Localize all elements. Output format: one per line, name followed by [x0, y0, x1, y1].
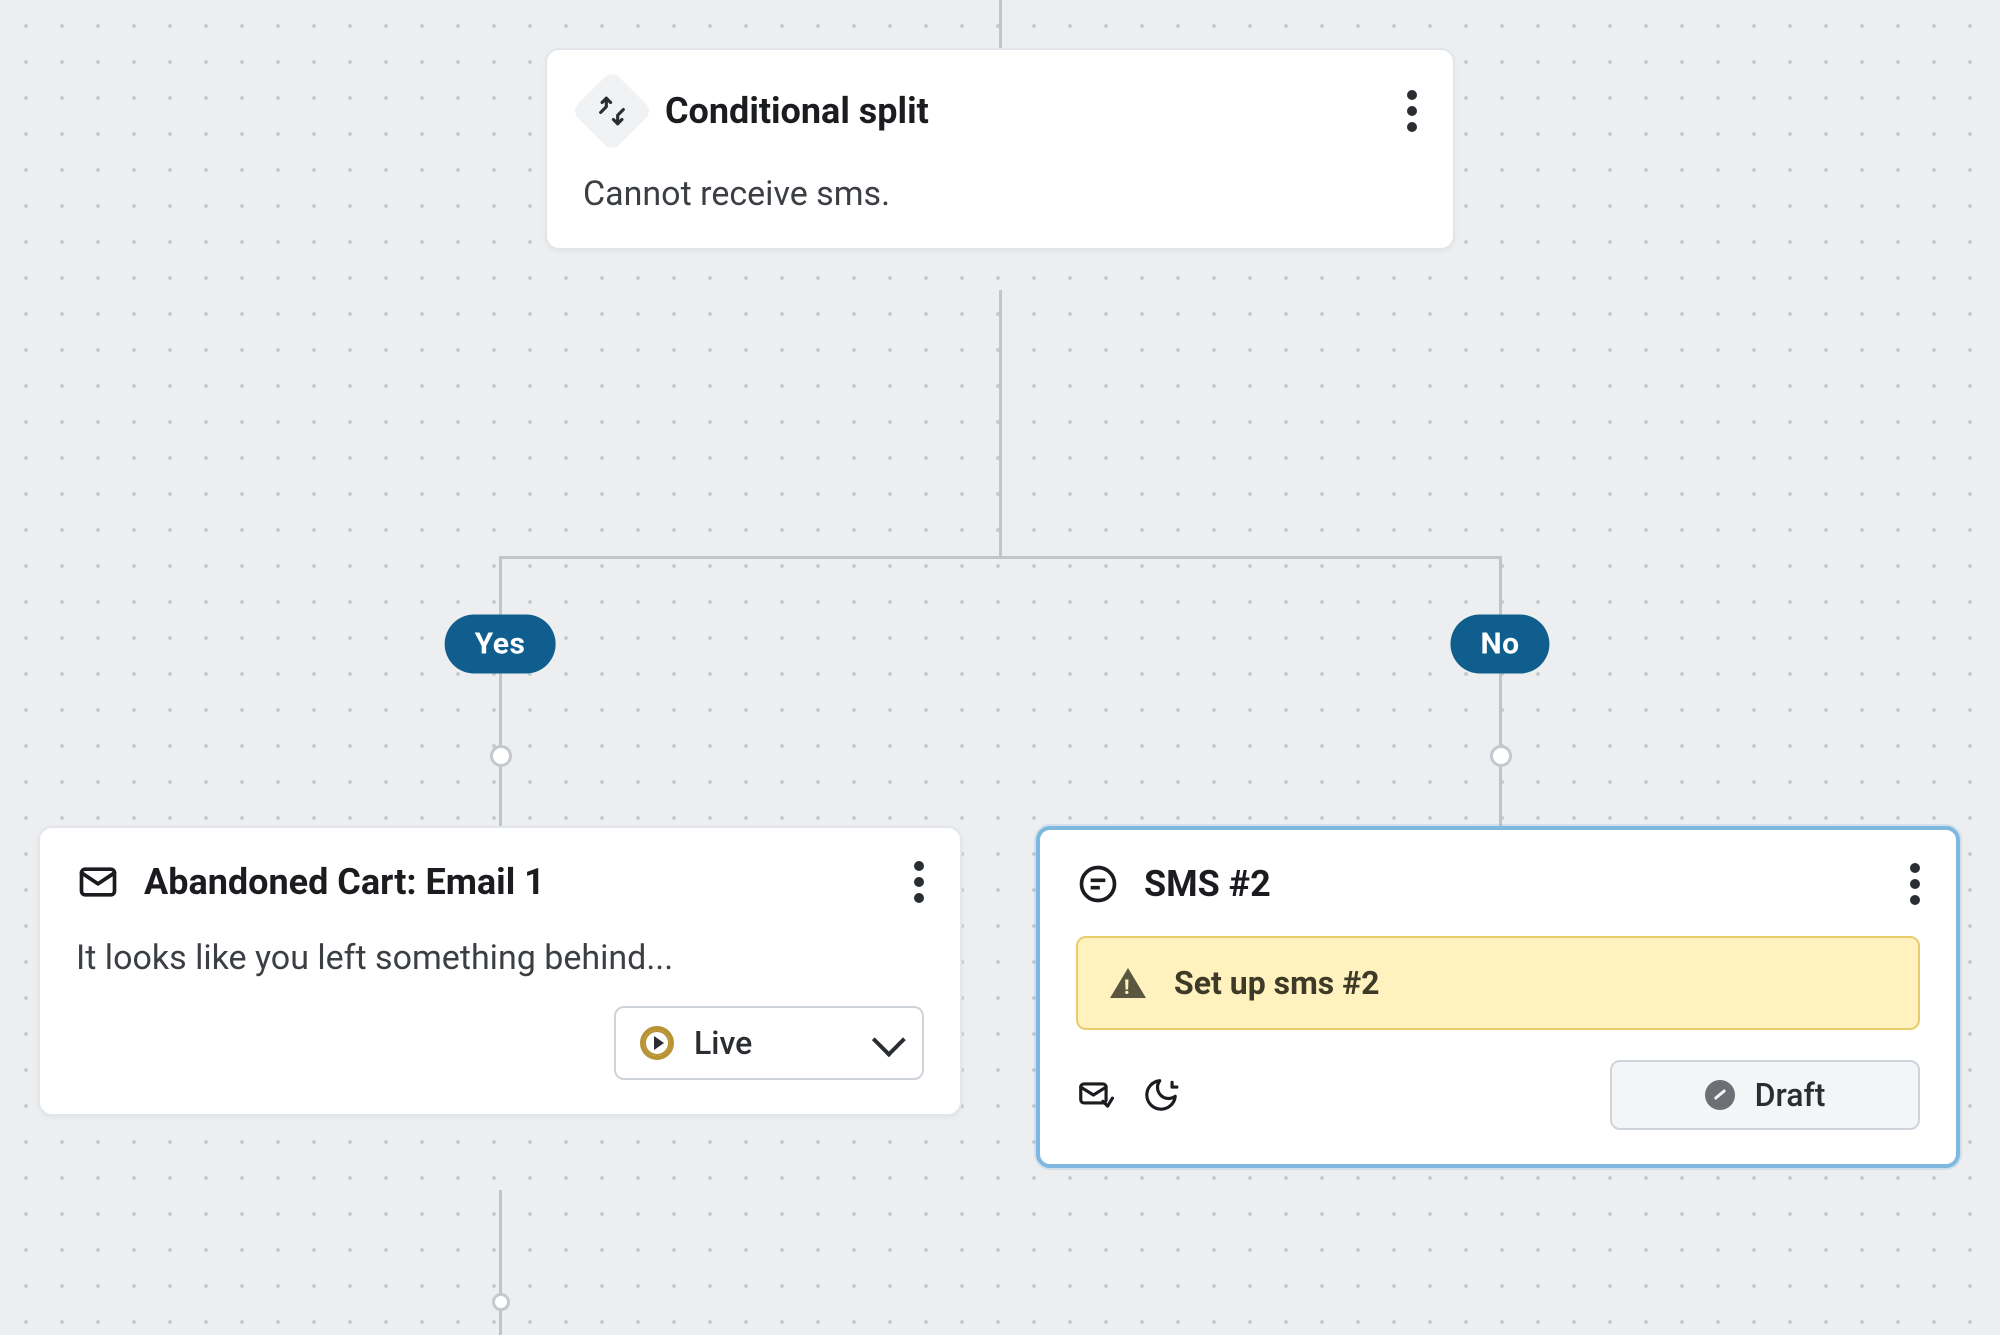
split-icon: [571, 70, 653, 152]
conditional-title: Conditional split: [665, 90, 1371, 132]
draft-label: Draft: [1755, 1076, 1826, 1114]
connector-split: [500, 556, 1500, 559]
email-description: It looks like you left something behind.…: [76, 938, 924, 978]
setup-warning-banner[interactable]: Set up sms #2: [1076, 936, 1920, 1030]
chevron-down-icon: [872, 1023, 906, 1057]
branch-label-yes: Yes: [445, 615, 556, 674]
node-menu-button[interactable]: [914, 861, 924, 903]
sms-icon: [1076, 862, 1120, 906]
node-menu-button[interactable]: [1407, 90, 1417, 132]
smart-send-icon[interactable]: [1076, 1076, 1114, 1114]
status-label: Live: [694, 1024, 854, 1062]
node-sms[interactable]: SMS #2 Set up sms #2: [1036, 826, 1960, 1168]
status-button-draft[interactable]: Draft: [1610, 1060, 1920, 1130]
port-right: [1490, 745, 1512, 767]
connector-right: [1499, 556, 1502, 826]
connector-left: [499, 556, 502, 826]
conditional-description: Cannot receive sms.: [583, 174, 1417, 214]
port-left-out: [492, 1293, 510, 1311]
draft-status-icon: [1705, 1080, 1735, 1110]
status-dropdown[interactable]: Live: [614, 1006, 924, 1080]
envelope-icon: [76, 860, 120, 904]
sms-title: SMS #2: [1144, 863, 1874, 905]
node-email[interactable]: Abandoned Cart: Email 1 It looks like yo…: [38, 826, 962, 1116]
live-status-icon: [640, 1026, 674, 1060]
node-conditional-split[interactable]: Conditional split Cannot receive sms.: [545, 48, 1455, 250]
connector-mid: [999, 290, 1002, 556]
email-title: Abandoned Cart: Email 1: [144, 861, 878, 903]
warning-message: Set up sms #2: [1174, 964, 1380, 1002]
warning-icon: [1110, 968, 1146, 998]
node-menu-button[interactable]: [1910, 863, 1920, 905]
port-left: [490, 745, 512, 767]
connector-left-out: [499, 1190, 502, 1335]
branch-label-no: No: [1450, 615, 1549, 674]
flow-canvas[interactable]: Conditional split Cannot receive sms. Ye…: [0, 0, 2000, 1335]
quiet-hours-icon[interactable]: [1142, 1076, 1180, 1114]
